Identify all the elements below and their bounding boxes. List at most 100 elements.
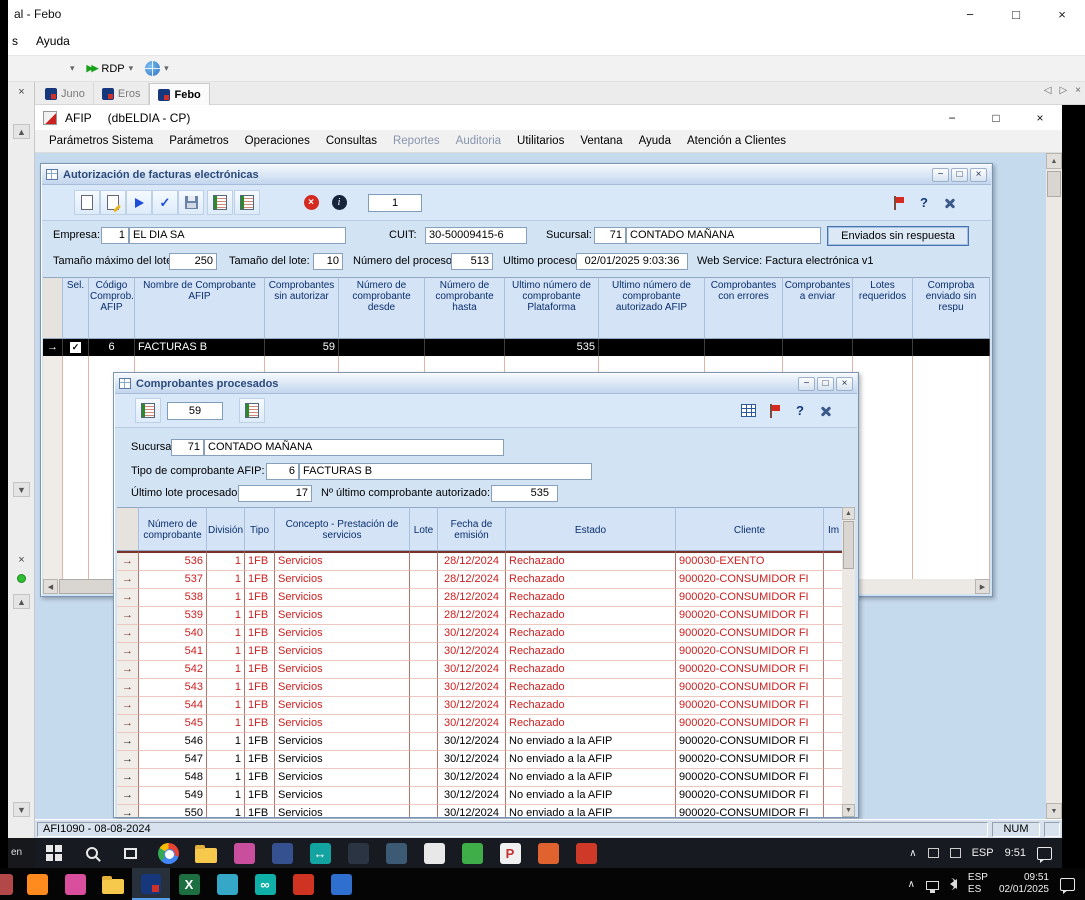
outer-titlebar[interactable]: al - Febo − □ × — [8, 0, 1085, 28]
afip-menu-operaciones[interactable]: Operaciones — [237, 130, 318, 152]
ledger-button[interactable] — [135, 398, 161, 423]
afip-menu-atenci-n-a-clientes[interactable]: Atención a Clientes — [679, 130, 794, 152]
proc-minimize-button[interactable]: − — [798, 377, 815, 391]
afip-minimize-button[interactable]: − — [930, 105, 974, 130]
column-header[interactable]: Número de comprobante hasta — [425, 277, 505, 339]
afip-menu-ventana[interactable]: Ventana — [572, 130, 630, 152]
taskbar-app-chrome[interactable] — [149, 838, 187, 868]
column-header[interactable]: Estado — [506, 507, 676, 551]
panel-close-icon[interactable]: × — [13, 84, 30, 99]
rdp-connect-icon[interactable]: ▶▶ — [87, 63, 97, 74]
taskbar-app-notes-app[interactable] — [453, 838, 491, 868]
rdp-toolbar-label[interactable]: RDP — [101, 63, 124, 75]
proc-row-545[interactable]: →54511FBServicios30/12/2024Rechazado9000… — [117, 715, 844, 733]
scroll-up-icon[interactable]: ▲ — [13, 594, 30, 609]
proc-maximize-button[interactable]: □ — [817, 377, 834, 391]
enviados-sin-respuesta-button[interactable]: Enviados sin respuesta — [827, 226, 969, 246]
sucursal-name-field[interactable]: CONTADO MAÑANA — [626, 227, 821, 244]
proc-row-546[interactable]: →54611FBServicios30/12/2024No enviado a … — [117, 733, 844, 751]
ledger-button-2[interactable] — [234, 190, 260, 215]
save-button[interactable] — [178, 190, 204, 215]
taskbar-app-royal-ts[interactable] — [132, 868, 170, 900]
scroll-down-icon[interactable]: ▼ — [13, 482, 30, 497]
proc-row-537[interactable]: →53711FBServicios28/12/2024Rechazado9000… — [117, 571, 844, 589]
column-header[interactable]: Comprobantes con errores — [705, 277, 783, 339]
auth-selected-row[interactable]: →✓6FACTURAS B59535 — [43, 339, 990, 356]
grid-view-button[interactable] — [735, 398, 761, 423]
scroll-up-icon[interactable]: ▲ — [842, 507, 855, 520]
menu-ayuda[interactable]: Ayuda — [30, 28, 76, 55]
taskbar-app-loop-app[interactable]: ∞ — [246, 868, 284, 900]
auth-titlebar[interactable]: Autorización de facturas electrónicas − … — [42, 165, 991, 185]
cuit-field[interactable]: 30-50009415-6 — [425, 227, 527, 244]
column-header[interactable]: Comprobantes sin autorizar — [265, 277, 339, 339]
taskbar-app-sync-app[interactable]: ↔ — [301, 838, 339, 868]
afip-restore-button[interactable]: □ — [974, 105, 1018, 130]
afip-titlebar[interactable]: AFIP (dbELDIA - CP) − □ × — [35, 105, 1062, 130]
tab-febo[interactable]: Febo — [149, 83, 209, 105]
mdi-vertical-scrollbar[interactable]: ▲ ▼ — [1046, 153, 1062, 819]
tray-icon[interactable] — [928, 848, 939, 858]
tray-expand-icon[interactable]: ∧ — [908, 879, 915, 890]
proc-row-549[interactable]: →54911FBServicios30/12/2024No enviado a … — [117, 787, 844, 805]
proc-row-548[interactable]: →54811FBServicios30/12/2024No enviado a … — [117, 769, 844, 787]
action-center-icon[interactable] — [1037, 847, 1052, 860]
scroll-up-icon[interactable]: ▲ — [13, 124, 30, 139]
start-button[interactable] — [35, 838, 73, 868]
language-indicator[interactable]: ESP ES — [968, 872, 988, 896]
column-header[interactable]: Código Comprob. AFIP — [89, 277, 135, 339]
taskbar-app-sphere-app[interactable] — [208, 868, 246, 900]
speaker-icon[interactable] — [950, 879, 957, 889]
column-header[interactable]: Lotes requeridos — [853, 277, 913, 339]
auth-maximize-button[interactable]: □ — [951, 168, 968, 182]
proc-tipo-name-field[interactable]: FACTURAS B — [299, 463, 592, 480]
ledger-button[interactable] — [207, 190, 233, 215]
afip-close-button[interactable]: × — [1018, 105, 1062, 130]
column-header[interactable]: Tipo — [245, 507, 275, 551]
proc-autorizado-field[interactable]: 535 — [491, 485, 558, 502]
afip-menu-utilitarios[interactable]: Utilitarios — [509, 130, 572, 152]
confirm-button[interactable]: ✓ — [152, 190, 178, 215]
help-button[interactable]: ? — [911, 190, 937, 215]
proc-row-542[interactable]: →54211FBServicios30/12/2024Rechazado9000… — [117, 661, 844, 679]
taskbar-app-document-app[interactable] — [415, 838, 453, 868]
tab-next-button[interactable]: ▷ — [1059, 85, 1067, 96]
empresa-name-field[interactable]: EL DIA SA — [129, 227, 346, 244]
chevron-down-icon[interactable]: ▾ — [164, 63, 169, 74]
clock[interactable]: 09:51 02/01/2025 — [999, 872, 1049, 896]
notification-icon[interactable] — [1060, 878, 1075, 891]
checkbox-checked[interactable]: ✓ — [70, 342, 81, 353]
help-button[interactable]: ? — [787, 398, 813, 423]
info-button[interactable]: i — [326, 190, 352, 215]
record-counter-field[interactable]: 59 — [167, 402, 223, 420]
afip-menu-par-metros-sistema[interactable]: Parámetros Sistema — [41, 130, 161, 152]
taskbar-app-design-tool[interactable] — [56, 868, 94, 900]
process-counter-field[interactable]: 1 — [368, 194, 422, 212]
empresa-code-field[interactable]: 1 — [101, 227, 129, 244]
tab-juno[interactable]: Juno — [37, 83, 94, 105]
proc-row-547[interactable]: →54711FBServicios30/12/2024No enviado a … — [117, 751, 844, 769]
proc-close-button[interactable]: × — [836, 377, 853, 391]
tab-eros[interactable]: Eros — [94, 83, 150, 105]
scroll-thumb[interactable] — [1047, 171, 1061, 197]
scroll-right-icon[interactable]: ▶ — [975, 579, 990, 594]
sucursal-code-field[interactable]: 71 — [594, 227, 626, 244]
outer-minimize-button[interactable]: − — [947, 0, 993, 28]
taskbar-app-notebook-app[interactable] — [339, 838, 377, 868]
scroll-thumb[interactable] — [843, 521, 854, 569]
column-header[interactable]: Cliente — [676, 507, 824, 551]
column-header[interactable]: Comprobantes a enviar — [783, 277, 853, 339]
tray-icon[interactable] — [950, 848, 961, 858]
proc-row-550[interactable]: →55011FBServicios30/12/2024No enviado a … — [117, 805, 844, 818]
taskbar-app-paint-app[interactable] — [225, 838, 263, 868]
taskbar-app-excel[interactable]: X — [170, 868, 208, 900]
taskbar-app-writer-app[interactable] — [377, 838, 415, 868]
scroll-down-icon[interactable]: ▼ — [842, 804, 855, 817]
column-header[interactable]: Comproba enviado sin respu — [913, 277, 990, 339]
scroll-down-icon[interactable]: ▼ — [13, 802, 30, 817]
proc-tipo-code-field[interactable]: 6 — [266, 463, 299, 480]
numero-proceso-field[interactable]: 513 — [451, 253, 493, 270]
exit-button[interactable] — [885, 190, 911, 215]
afip-menu-ayuda[interactable]: Ayuda — [631, 130, 679, 152]
proc-row-540[interactable]: →54011FBServicios30/12/2024Rechazado9000… — [117, 625, 844, 643]
